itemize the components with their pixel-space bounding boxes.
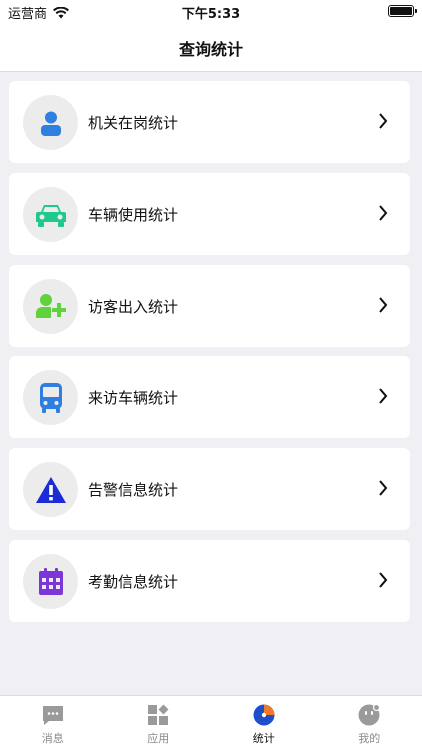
battery-icon bbox=[388, 5, 417, 17]
chevron-right-icon bbox=[379, 297, 388, 313]
icon-circle bbox=[23, 187, 78, 242]
card-vehicle-usage-stats[interactable]: 车辆使用统计 bbox=[9, 173, 410, 255]
page-title: 查询统计 bbox=[178, 40, 243, 59]
add-person-icon bbox=[35, 293, 66, 318]
card-label: 访客出入统计 bbox=[88, 298, 179, 316]
tab-label: 应用 bbox=[147, 732, 170, 745]
tab-bar: 消息 应用 统计 我的 bbox=[0, 695, 422, 750]
icon-circle bbox=[23, 95, 78, 150]
chevron-right-icon bbox=[379, 572, 388, 588]
car-icon bbox=[35, 204, 66, 227]
status-time: 下午5:33 bbox=[181, 7, 241, 22]
card-label: 考勤信息统计 bbox=[88, 573, 179, 591]
icon-circle bbox=[23, 462, 78, 517]
apps-icon bbox=[148, 704, 169, 725]
icon-circle bbox=[23, 279, 78, 334]
icon-circle bbox=[23, 554, 78, 609]
icon-circle bbox=[23, 370, 78, 425]
tab-label: 我的 bbox=[358, 732, 381, 745]
chevron-right-icon bbox=[379, 205, 388, 221]
tab-label: 统计 bbox=[252, 732, 275, 745]
card-visitor-stats[interactable]: 访客出入统计 bbox=[9, 265, 410, 347]
pie-chart-icon bbox=[253, 704, 275, 726]
card-label: 告警信息统计 bbox=[88, 481, 179, 499]
warning-icon bbox=[35, 476, 66, 503]
chevron-right-icon bbox=[379, 480, 388, 496]
message-icon bbox=[42, 706, 63, 725]
card-label: 车辆使用统计 bbox=[88, 206, 179, 224]
card-on-duty-stats[interactable]: 机关在岗统计 bbox=[9, 81, 410, 163]
nav-bar: 查询统计 bbox=[0, 22, 422, 72]
tab-profile[interactable]: 我的 bbox=[317, 696, 422, 750]
card-visiting-vehicle-stats[interactable]: 来访车辆统计 bbox=[9, 356, 410, 438]
card-attendance-stats[interactable]: 考勤信息统计 bbox=[9, 540, 410, 622]
tab-messages[interactable]: 消息 bbox=[0, 696, 106, 750]
card-label: 机关在岗统计 bbox=[88, 114, 179, 132]
profile-icon bbox=[358, 703, 381, 726]
tab-apps[interactable]: 应用 bbox=[106, 696, 212, 750]
status-bar: 运营商 下午5:33 bbox=[0, 0, 422, 22]
bus-icon bbox=[39, 382, 62, 413]
person-icon bbox=[40, 111, 61, 136]
chevron-right-icon bbox=[379, 113, 388, 129]
chevron-right-icon bbox=[379, 388, 388, 404]
calendar-icon bbox=[38, 567, 63, 595]
card-label: 来访车辆统计 bbox=[88, 389, 179, 407]
card-alarm-stats[interactable]: 告警信息统计 bbox=[9, 448, 410, 530]
tab-statistics[interactable]: 统计 bbox=[211, 696, 317, 750]
tab-label: 消息 bbox=[41, 732, 64, 745]
